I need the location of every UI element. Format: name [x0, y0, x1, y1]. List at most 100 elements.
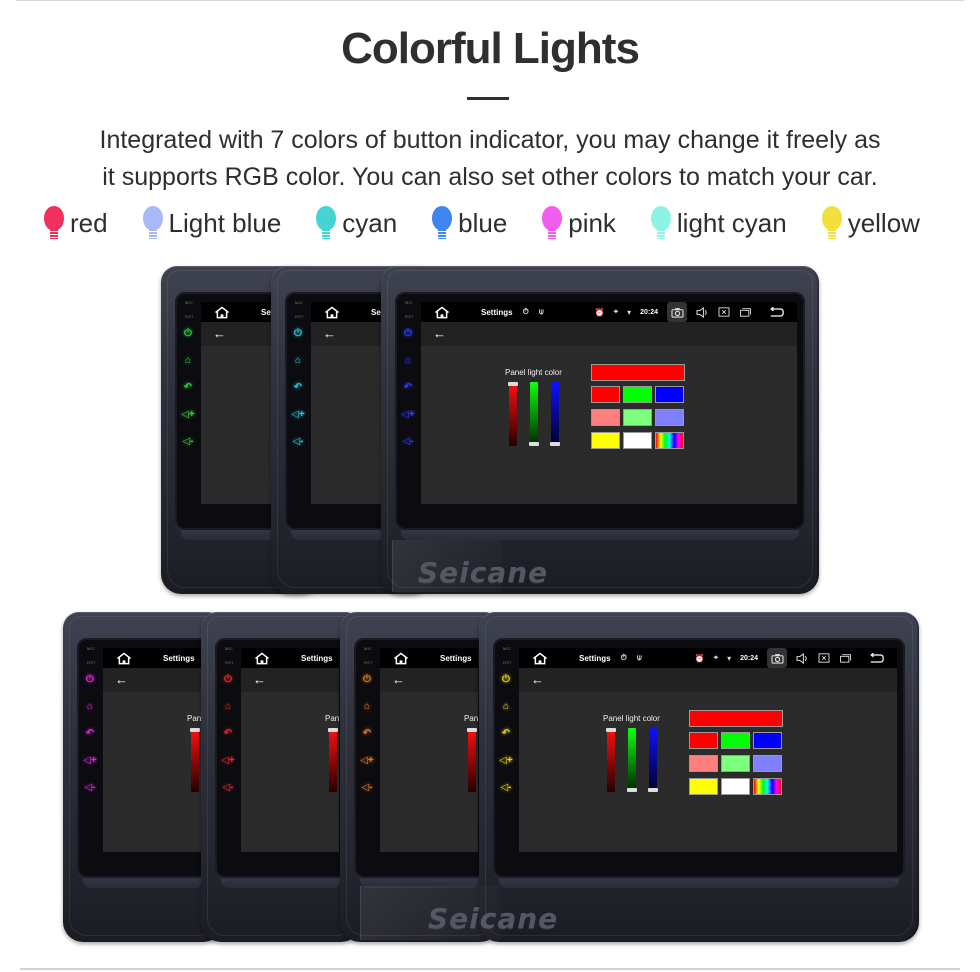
color-swatch[interactable] [721, 778, 750, 795]
back-icon[interactable]: ↶ [291, 382, 305, 394]
home-icon[interactable] [531, 652, 549, 665]
home-icon[interactable]: ⌂ [499, 701, 513, 713]
color-swatch[interactable] [655, 409, 684, 426]
back-icon[interactable]: ↶ [221, 728, 235, 740]
back-icon[interactable]: ↶ [181, 382, 195, 394]
slider-green[interactable] [529, 382, 539, 446]
color-swatch[interactable] [689, 732, 718, 749]
color-swatch[interactable] [753, 732, 782, 749]
recent-apps-icon[interactable] [839, 653, 852, 663]
home-icon[interactable]: ⌂ [221, 701, 235, 713]
slider-red[interactable] [190, 728, 200, 792]
volume-down-icon[interactable]: ◁- [360, 782, 374, 794]
back-icon[interactable]: ↶ [360, 728, 374, 740]
description-line-2: it supports RGB color. You can also set … [102, 163, 878, 191]
power-icon[interactable]: ⏻ [499, 674, 513, 686]
volume-up-icon[interactable]: ◁+ [360, 755, 374, 767]
slider-thumb[interactable] [190, 728, 200, 732]
close-window-icon[interactable] [818, 653, 830, 663]
back-icon[interactable]: ↶ [499, 728, 513, 740]
slider-thumb[interactable] [328, 728, 338, 732]
slider-green[interactable] [627, 728, 637, 792]
home-icon[interactable] [253, 652, 271, 665]
volume-down-icon[interactable]: ◁- [83, 782, 97, 794]
color-swatch[interactable] [721, 732, 750, 749]
power-icon[interactable]: ⏻ [360, 674, 374, 686]
power-icon[interactable]: ⏻ [221, 674, 235, 686]
home-icon[interactable]: ⌂ [401, 355, 415, 367]
home-icon[interactable]: ⌂ [181, 355, 195, 367]
screen-title: Settings [301, 653, 333, 663]
color-swatch[interactable] [623, 432, 652, 449]
power-icon[interactable]: ⏻ [291, 328, 305, 340]
volume-up-icon[interactable]: ◁+ [181, 409, 195, 421]
color-swatch[interactable] [591, 409, 620, 426]
volume-up-icon[interactable]: ◁+ [221, 755, 235, 767]
close-window-icon[interactable] [718, 307, 730, 317]
color-swatch[interactable] [689, 778, 718, 795]
color-swatch[interactable] [591, 432, 620, 449]
back-arrow-icon[interactable]: ← [323, 327, 336, 341]
volume-down-icon[interactable]: ◁- [221, 782, 235, 794]
camera-icon[interactable] [667, 302, 687, 322]
volume-icon[interactable] [696, 306, 709, 318]
slider-red[interactable] [467, 728, 477, 792]
volume-up-icon[interactable]: ◁+ [291, 409, 305, 421]
volume-down-icon[interactable]: ◁- [401, 436, 415, 448]
power-icon[interactable]: ⏻ [181, 328, 195, 340]
color-swatch[interactable] [623, 386, 652, 403]
back-arrow-icon[interactable]: ← [392, 673, 405, 687]
volume-up-icon[interactable]: ◁+ [83, 755, 97, 767]
return-icon[interactable] [769, 306, 785, 318]
back-arrow-icon[interactable]: ← [115, 673, 128, 687]
volume-down-icon[interactable]: ◁- [499, 782, 513, 794]
home-icon[interactable] [433, 306, 451, 319]
color-swatch[interactable] [753, 755, 782, 772]
home-icon[interactable]: ⌂ [291, 355, 305, 367]
slider-blue[interactable] [648, 728, 658, 792]
back-arrow-icon[interactable]: ← [531, 673, 544, 687]
head-unit: MIC RST ⏻ ⌂ ↶ ◁+ ◁- Settings ⏱ ⍦ ⏰ ⌖ ▾ 20:24 ← Panel li… [479, 612, 919, 942]
volume-down-icon[interactable]: ◁- [181, 436, 195, 448]
color-swatch[interactable] [591, 386, 620, 403]
return-icon[interactable] [869, 652, 885, 664]
slider-thumb[interactable] [467, 728, 477, 732]
home-icon[interactable]: ⌂ [360, 701, 374, 713]
home-icon[interactable] [213, 306, 231, 319]
slider-thumb[interactable] [648, 788, 658, 792]
slider-thumb[interactable] [606, 728, 616, 732]
color-swatch[interactable] [655, 432, 684, 449]
back-icon[interactable]: ↶ [401, 382, 415, 394]
volume-up-icon[interactable]: ◁+ [401, 409, 415, 421]
color-swatch[interactable] [753, 778, 782, 795]
slider-thumb[interactable] [508, 382, 518, 386]
recent-apps-icon[interactable] [739, 307, 752, 317]
color-swatch[interactable] [655, 386, 684, 403]
back-icon[interactable]: ↶ [83, 728, 97, 740]
volume-icon[interactable] [796, 652, 809, 664]
slider-thumb[interactable] [529, 442, 539, 446]
back-arrow-icon[interactable]: ← [253, 673, 266, 687]
seicane-watermark: Seicane [428, 902, 559, 935]
slider-red[interactable] [606, 728, 616, 792]
power-icon[interactable]: ⏻ [401, 328, 415, 340]
home-icon[interactable] [323, 306, 341, 319]
slider-thumb[interactable] [627, 788, 637, 792]
home-icon[interactable] [115, 652, 133, 665]
back-arrow-icon[interactable]: ← [213, 327, 226, 341]
volume-down-icon[interactable]: ◁- [291, 436, 305, 448]
home-icon[interactable] [392, 652, 410, 665]
color-swatch[interactable] [721, 755, 750, 772]
back-arrow-icon[interactable]: ← [433, 327, 446, 341]
slider-red[interactable] [508, 382, 518, 446]
slider-thumb[interactable] [550, 442, 560, 446]
home-icon[interactable]: ⌂ [83, 701, 97, 713]
volume-up-icon[interactable]: ◁+ [499, 755, 513, 767]
color-swatch[interactable] [623, 409, 652, 426]
wifi-icon: ▾ [727, 653, 732, 663]
power-icon[interactable]: ⏻ [83, 674, 97, 686]
color-swatch[interactable] [689, 755, 718, 772]
slider-blue[interactable] [550, 382, 560, 446]
slider-red[interactable] [328, 728, 338, 792]
camera-icon[interactable] [767, 648, 787, 668]
